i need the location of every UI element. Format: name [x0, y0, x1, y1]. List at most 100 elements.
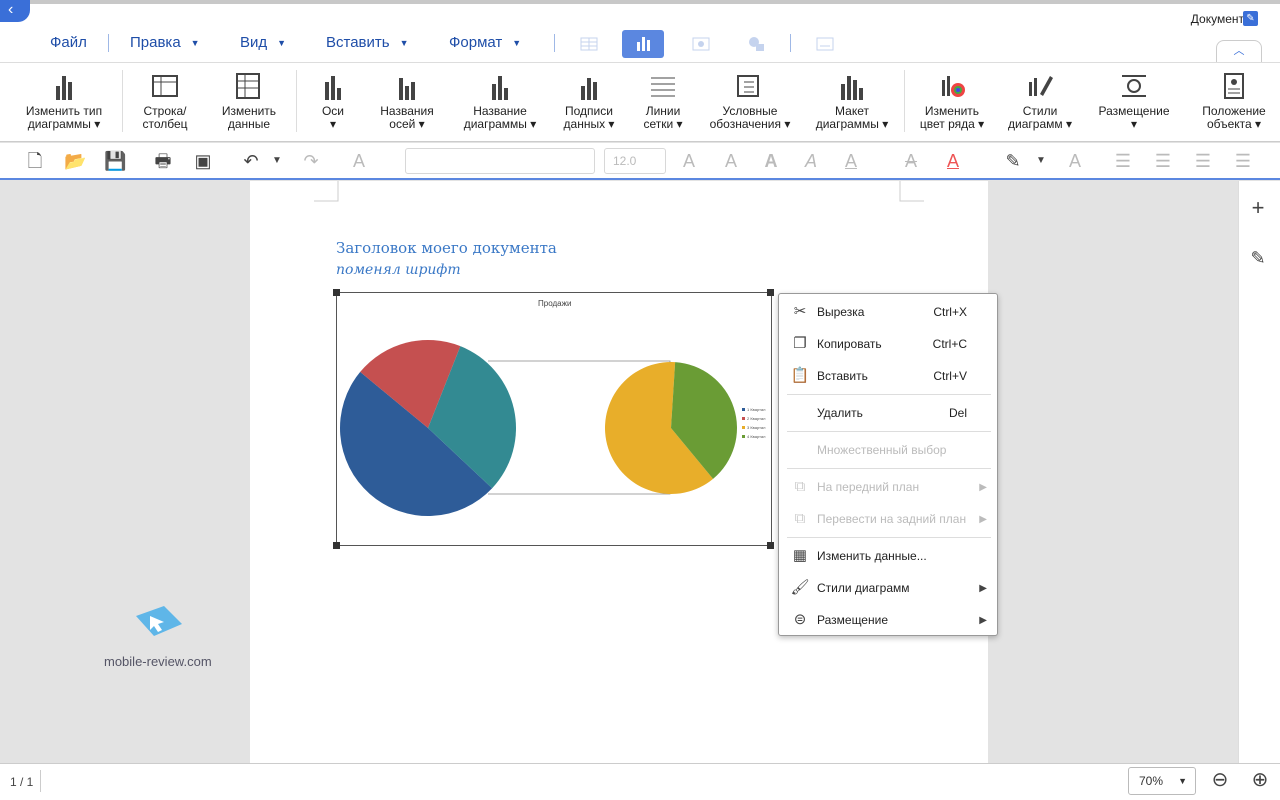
undo-icon[interactable]: ↶ [240, 150, 262, 172]
document-label: Документ [1190, 12, 1244, 26]
edit-data-button[interactable]: Изменить данные [214, 70, 284, 131]
menu-item-paste-shortcut: Ctrl+V [933, 369, 967, 383]
menu-insert[interactable]: Вставить ▼ [326, 34, 409, 51]
copy-icon: ❐ [793, 335, 807, 352]
chart-layout-button[interactable]: Макет диаграммы ▾ [810, 70, 894, 131]
page-view-icon[interactable]: ▣ [192, 150, 214, 172]
menu-item-paste[interactable]: 📋 Вставить Ctrl+V [779, 360, 997, 392]
redo-icon[interactable]: ↷ [300, 150, 322, 172]
menu-view-label: Вид [240, 34, 268, 51]
color-wheel-icon [937, 70, 967, 100]
brush-icon: 🖌 [790, 579, 810, 596]
menu-separator [787, 468, 991, 469]
text-style-icon[interactable]: A [348, 150, 370, 172]
series-color-button[interactable]: Изменить цвет ряда ▾ [914, 70, 990, 131]
data-labels-label: Подписи данных ▾ [563, 104, 615, 131]
textbox-tool-icon[interactable] [804, 30, 846, 58]
strikethrough-icon[interactable]: A [900, 150, 922, 172]
underline-icon[interactable]: A [840, 150, 862, 172]
chart-styles-button[interactable]: Стили диаграмм ▾ [1002, 70, 1078, 131]
axes-icon [318, 70, 348, 100]
image-tool-icon[interactable] [680, 30, 722, 58]
ribbon-divider [296, 70, 297, 132]
chevron-down-icon[interactable]: ▼ [266, 150, 288, 172]
page-margin-marks [314, 181, 924, 202]
object-position-button[interactable]: Положение объекта ▾ [1196, 70, 1272, 131]
table-tool-icon[interactable] [568, 30, 610, 58]
menu-separator [787, 394, 991, 395]
axes-button[interactable]: Оси ▾ [310, 70, 356, 131]
chevron-down-icon[interactable]: ▼ [1030, 150, 1052, 172]
context-menu: ✂ Вырезка Ctrl+X ❐ Копировать Ctrl+C 📋 Встави… [778, 293, 998, 636]
align-left-icon[interactable]: ☰ [1112, 150, 1134, 172]
menu-edit[interactable]: Правка ▼ [130, 34, 200, 51]
document-heading[interactable]: Заголовок моего документа [336, 239, 557, 257]
open-folder-icon[interactable]: 📂 [64, 150, 86, 172]
increase-font-icon[interactable]: A [678, 150, 700, 172]
align-center-icon[interactable]: ☰ [1152, 150, 1174, 172]
font-family-select[interactable] [405, 148, 595, 174]
menu-item-send-back-label: Перевести на задний план [817, 512, 967, 526]
document-subtitle[interactable]: поменял шрифт [336, 262, 461, 278]
change-chart-type-button[interactable]: Изменить тип диаграммы ▾ [18, 70, 110, 131]
bold-icon[interactable]: A [760, 150, 782, 172]
legend-label: 1 Квартал [747, 407, 766, 412]
add-icon[interactable]: + [1246, 196, 1270, 220]
legend-swatch [742, 408, 745, 411]
save-icon[interactable]: 💾 [104, 150, 126, 172]
menu-divider [554, 34, 555, 52]
menu-view[interactable]: Вид ▼ [240, 34, 286, 51]
menu-item-bring-front[interactable]: ⧉ На передний план ▶ [779, 471, 997, 503]
menu-format[interactable]: Формат ▼ [449, 34, 521, 51]
font-color-icon[interactable]: A [942, 150, 964, 172]
menu-item-edit-data[interactable]: ▦ Изменить данные... [779, 540, 997, 572]
back-button[interactable]: ‹ [0, 0, 30, 22]
chart-title-button[interactable]: Название диаграммы ▾ [456, 70, 544, 131]
print-icon[interactable]: 🖶 [152, 150, 174, 172]
menu-separator [787, 537, 991, 538]
watermark-logo [136, 606, 182, 636]
legend-button[interactable]: Условные обозначения ▾ [704, 70, 796, 131]
zoom-value: 70% [1139, 774, 1164, 788]
zoom-in-icon[interactable]: ⊕ [1248, 769, 1272, 793]
menu-item-copy[interactable]: ❐ Копировать Ctrl+C [779, 328, 997, 360]
menu-item-multi-select[interactable]: Множественный выбор [779, 434, 997, 466]
menu-item-placement-label: Размещение [817, 613, 888, 627]
zoom-select[interactable]: 70% ▼ [1128, 767, 1196, 795]
watermark-text: mobile-review.com [104, 654, 212, 669]
menu-file[interactable]: Файл [50, 34, 87, 51]
legend-label: 2 Квартал [747, 416, 766, 421]
menu-item-copy-shortcut: Ctrl+C [932, 337, 967, 351]
align-right-icon[interactable]: ☰ [1192, 150, 1214, 172]
italic-icon[interactable]: A [800, 150, 822, 172]
ribbon-divider [904, 70, 905, 132]
data-labels-button[interactable]: Подписи данных ▾ [558, 70, 620, 131]
highlighter-icon[interactable]: ✎ [1002, 150, 1024, 172]
menu-item-multi-select-label: Множественный выбор [817, 443, 947, 457]
chart-tool-icon[interactable] [622, 30, 664, 58]
menu-item-chart-styles[interactable]: 🖌 Стили диаграмм ▶ [779, 572, 997, 604]
new-document-icon[interactable]: 🗋 [24, 150, 46, 172]
menu-item-cut[interactable]: ✂ Вырезка Ctrl+X [779, 296, 997, 328]
placement-label: Размещение ▾ [1098, 104, 1170, 131]
menu-item-delete-label: Удалить [817, 406, 863, 420]
axis-titles-button[interactable]: Названия осей ▾ [374, 70, 440, 131]
font-size-select[interactable]: 12.0 [604, 148, 666, 174]
text-effect-icon[interactable]: A [1064, 150, 1086, 172]
menu-item-delete[interactable]: Удалить Del [779, 397, 997, 429]
placement-button[interactable]: Размещение ▾ [1094, 70, 1174, 131]
collapse-ribbon-button[interactable]: ︿ [1216, 40, 1262, 62]
justify-icon[interactable]: ☰ [1232, 150, 1254, 172]
status-bar [0, 763, 1280, 800]
chart-type-icon [49, 70, 79, 100]
zoom-out-icon[interactable]: ⊖ [1208, 769, 1232, 793]
menu-item-send-back[interactable]: ⧉ Перевести на задний план ▶ [779, 503, 997, 535]
axis-titles-label: Названия осей ▾ [380, 104, 434, 131]
shape-tool-icon[interactable] [736, 30, 778, 58]
menu-item-placement[interactable]: ⊜ Размещение ▶ [779, 604, 997, 636]
row-column-button[interactable]: Строка/ столбец [134, 70, 196, 131]
annotate-icon[interactable]: ✎ [1246, 246, 1270, 270]
edit-icon[interactable]: ✎ [1243, 11, 1258, 26]
decrease-font-icon[interactable]: A [720, 150, 742, 172]
gridlines-button[interactable]: Линии сетки ▾ [636, 70, 690, 131]
